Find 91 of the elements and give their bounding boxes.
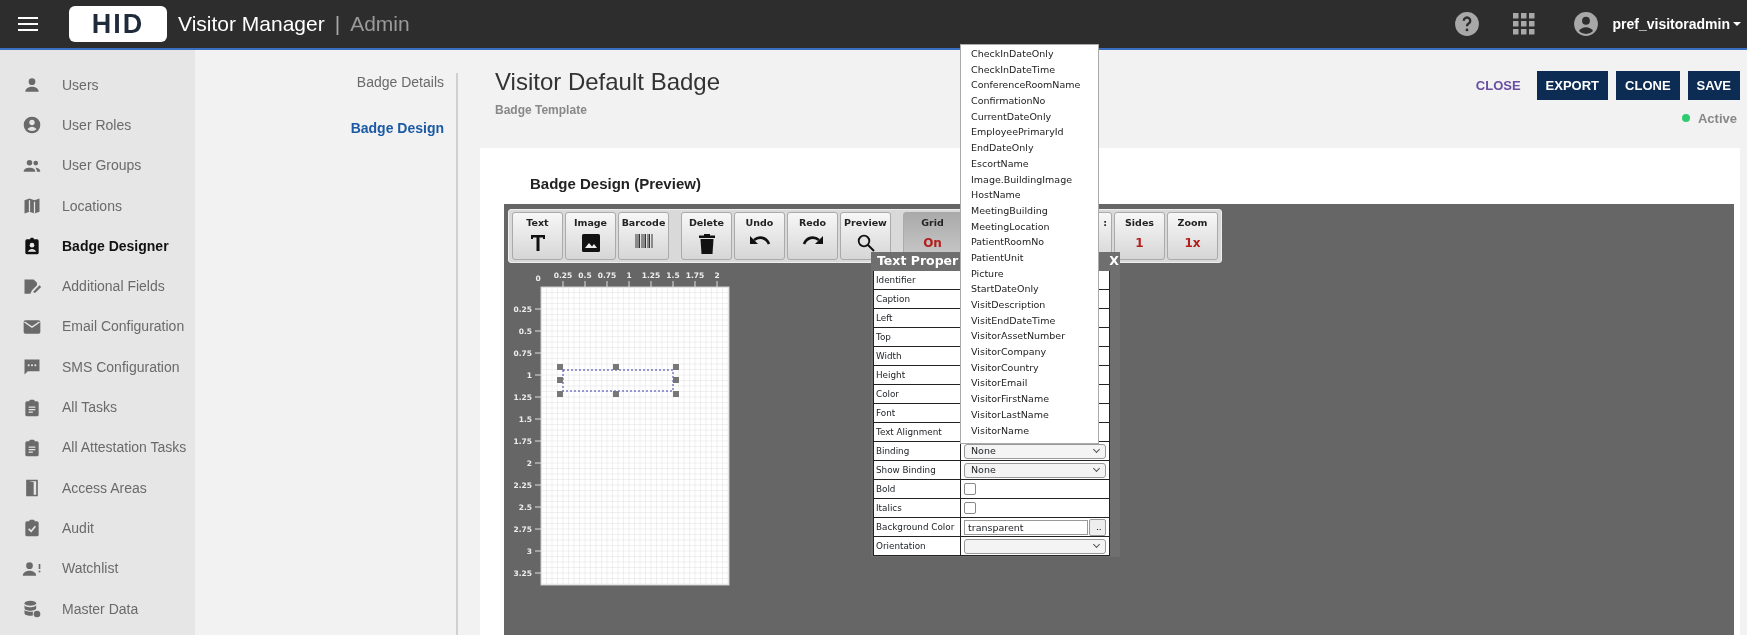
badge-icon bbox=[22, 236, 42, 257]
page-title: Visitor Default Badge bbox=[495, 67, 721, 97]
action-button[interactable]: SAVE bbox=[1687, 71, 1740, 101]
dropdown-option[interactable]: ConfirmationNo bbox=[961, 93, 1098, 109]
barcode-icon bbox=[634, 234, 653, 249]
toolbar-button[interactable]: Undo bbox=[734, 212, 785, 260]
sidebar-item[interactable]: Watchlist bbox=[0, 548, 195, 589]
dropdown-option[interactable]: VisitorFirstName bbox=[961, 391, 1098, 407]
action-button[interactable]: EXPORT bbox=[1536, 71, 1609, 101]
property-label: Bold bbox=[874, 480, 961, 498]
sidebar-item[interactable]: All Attestation Tasks bbox=[0, 427, 195, 468]
dropdown-option[interactable]: VisitorName bbox=[961, 422, 1098, 439]
sidebar-item[interactable]: SMS Configuration bbox=[0, 347, 195, 388]
action-button[interactable]: CLONE bbox=[1616, 71, 1680, 101]
sidebar-item[interactable]: Badge Designer bbox=[0, 226, 195, 267]
sidebar-item[interactable]: Email Configuration bbox=[0, 306, 195, 348]
page-subtitle: Badge Template bbox=[495, 102, 588, 119]
dropdown-option[interactable]: VisitorLastName bbox=[961, 406, 1098, 423]
dropdown-option[interactable]: EscortName bbox=[961, 155, 1098, 172]
account-icon[interactable] bbox=[1572, 11, 1599, 37]
dropdown-option[interactable]: VisitDescription bbox=[961, 297, 1098, 313]
section-title: Admin bbox=[350, 11, 410, 38]
dropdown-option[interactable]: MeetingBuilding bbox=[961, 202, 1098, 219]
dropdown-option[interactable]: VisitorEmail bbox=[961, 375, 1098, 392]
sidebar-item[interactable]: All Tasks bbox=[0, 387, 195, 428]
picker-button[interactable]: .. bbox=[1089, 518, 1106, 536]
selection-box[interactable] bbox=[557, 364, 679, 397]
dropdown-option[interactable]: PatientRoomNo bbox=[961, 234, 1098, 250]
clipboard-check-icon bbox=[22, 518, 42, 539]
status-label: Active bbox=[1697, 109, 1737, 128]
map-icon bbox=[22, 196, 42, 217]
account-circle-icon bbox=[22, 115, 42, 136]
logo: HID bbox=[69, 6, 167, 42]
close-link[interactable]: CLOSE bbox=[1467, 71, 1529, 101]
input-field[interactable]: transparent bbox=[964, 519, 1088, 535]
select-field[interactable] bbox=[964, 538, 1106, 554]
dropdown-option[interactable]: CurrentDateOnly bbox=[961, 108, 1098, 125]
dropdown-option[interactable]: ConferenceRoomName bbox=[961, 77, 1098, 94]
apps-icon[interactable] bbox=[1512, 13, 1535, 35]
subnav-tab[interactable]: Badge Design bbox=[350, 120, 444, 136]
title-separator: | bbox=[334, 11, 341, 38]
section-heading: Badge Design (Preview) bbox=[530, 174, 701, 194]
sidebar-item[interactable]: Additional Fields bbox=[0, 266, 195, 307]
checkbox[interactable] bbox=[964, 502, 976, 514]
dropdown-option[interactable]: MeetingLocation bbox=[961, 218, 1098, 235]
badge-canvas[interactable] bbox=[534, 280, 730, 586]
menu-icon[interactable] bbox=[18, 16, 38, 32]
clipboard-icon bbox=[22, 437, 42, 458]
sidebar-item[interactable]: User Roles bbox=[0, 105, 195, 146]
dropdown-option[interactable]: VisitEndDateTime bbox=[961, 312, 1098, 329]
search-icon bbox=[856, 234, 875, 253]
property-label: Background Color bbox=[874, 518, 961, 536]
toolbar-button[interactable]: Zoom 1x bbox=[1167, 212, 1218, 260]
toolbar-button[interactable]: Delete bbox=[681, 212, 732, 260]
property-label: Italics bbox=[874, 499, 961, 517]
user-menu[interactable]: pref_visitoradmin bbox=[1612, 13, 1741, 35]
dropdown-option[interactable]: HostName bbox=[961, 187, 1098, 203]
sidebar-item[interactable]: Access Areas bbox=[0, 467, 195, 509]
toolbar-button[interactable]: Redo bbox=[787, 212, 838, 260]
image-icon bbox=[581, 234, 600, 253]
dropdown-option[interactable]: Image.BuildingImage bbox=[961, 171, 1098, 188]
chat-icon bbox=[22, 357, 42, 378]
select-field[interactable]: None bbox=[964, 462, 1106, 478]
toolbar-button[interactable]: Barcode bbox=[618, 212, 669, 260]
dropdown-option[interactable]: VisitorCountry bbox=[961, 359, 1098, 376]
sidebar-item[interactable]: Audit bbox=[0, 508, 195, 549]
help-icon[interactable] bbox=[1453, 11, 1480, 37]
property-label: Show Binding bbox=[874, 461, 961, 479]
property-label: Orientation bbox=[874, 537, 961, 555]
toolbar-button[interactable]: Text bbox=[512, 212, 563, 260]
sidebar-item[interactable]: Locations bbox=[0, 185, 195, 227]
text-icon bbox=[529, 234, 546, 253]
database-icon bbox=[22, 599, 42, 619]
dropdown-option[interactable]: EmployeePrimaryId bbox=[961, 124, 1098, 141]
dropdown-option[interactable]: EndDateOnly bbox=[961, 140, 1098, 156]
trash-icon bbox=[698, 234, 715, 255]
dropdown-option[interactable]: Picture bbox=[961, 265, 1098, 282]
dropdown-option[interactable]: VisitorAssetNumber bbox=[961, 328, 1098, 345]
dropdown-option[interactable]: CheckInDateTime bbox=[961, 61, 1098, 78]
dropdown-option[interactable]: VisitorCompany bbox=[961, 344, 1098, 360]
app-title: Visitor Manager bbox=[178, 11, 325, 38]
subnav-tab[interactable]: Badge Details bbox=[356, 74, 444, 90]
sidebar-item[interactable]: Master Data bbox=[0, 588, 195, 630]
clipboard-icon bbox=[22, 397, 42, 418]
sidebar-item[interactable]: Users bbox=[0, 65, 195, 106]
dropdown-option[interactable]: CheckInDateOnly bbox=[961, 46, 1098, 62]
checkbox[interactable] bbox=[964, 483, 976, 495]
dropdown-option[interactable]: PatientUnit bbox=[961, 249, 1098, 266]
toolbar-button[interactable]: Image bbox=[565, 212, 616, 260]
sidebar-item[interactable]: User Groups bbox=[0, 145, 195, 186]
dropdown-option[interactable]: StartDateOnly bbox=[961, 281, 1098, 297]
